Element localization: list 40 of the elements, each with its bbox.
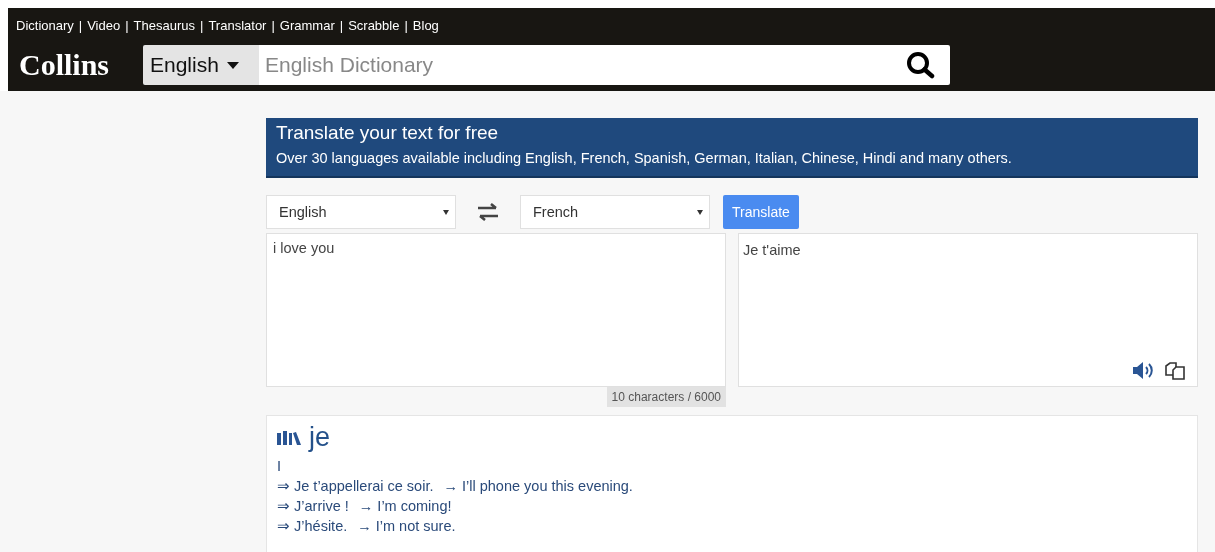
headword: je xyxy=(309,422,330,453)
swap-icon[interactable] xyxy=(476,203,500,221)
banner-subtitle: Over 30 languages available including English, French, Spanish, German, Italian, Chinese, Hindi and many others. xyxy=(276,150,1013,166)
caret-icon xyxy=(226,61,239,69)
separator: | xyxy=(125,18,129,33)
example-english: → I’m not sure. xyxy=(357,518,456,534)
nav-link[interactable]: Scrabble xyxy=(348,18,400,33)
target-language-select[interactable]: French xyxy=(520,195,710,229)
example-english: → I’ll phone you this evening. xyxy=(443,478,633,494)
nav-link[interactable]: Thesaurus xyxy=(133,18,195,33)
caret-icon xyxy=(443,209,449,215)
caret-icon xyxy=(697,209,703,215)
example-english: → I’m coming! xyxy=(358,498,452,514)
character-counter: 10 characters / 6000 xyxy=(606,387,726,407)
example-french: ⇒ J’arrive ! xyxy=(277,498,349,514)
separator: | xyxy=(200,18,204,33)
translation-text: Je t'aime xyxy=(743,242,801,258)
nav-link[interactable]: Translator xyxy=(208,18,267,33)
search-icon xyxy=(906,51,936,79)
nav-link[interactable]: Blog xyxy=(412,18,439,33)
nav-link[interactable]: Grammar xyxy=(279,18,335,33)
search-field[interactable]: English Dictionary xyxy=(259,45,896,85)
source-text-area[interactable]: i love you xyxy=(266,233,726,387)
logo[interactable]: Collins xyxy=(16,48,143,82)
separator: | xyxy=(78,18,83,33)
nav-link[interactable]: Video xyxy=(87,18,121,33)
separator: | xyxy=(404,18,408,33)
example-french: ⇒ J’hésite. xyxy=(277,518,348,534)
separator: | xyxy=(271,18,275,33)
example-french: ⇒ Je t’appellerai ce soir. xyxy=(277,478,434,494)
books-icon xyxy=(277,430,301,445)
search-button[interactable] xyxy=(896,45,950,85)
source-language-select[interactable]: English xyxy=(266,195,456,229)
banner-title: Translate your text for free xyxy=(276,122,500,144)
language-dropdown[interactable]: English xyxy=(143,45,259,85)
sense-text: I xyxy=(277,458,283,474)
nav-link[interactable]: Dictionary xyxy=(16,18,74,33)
copy-icon[interactable] xyxy=(1165,362,1185,380)
speaker-icon[interactable] xyxy=(1133,362,1155,379)
separator: | xyxy=(339,18,344,33)
